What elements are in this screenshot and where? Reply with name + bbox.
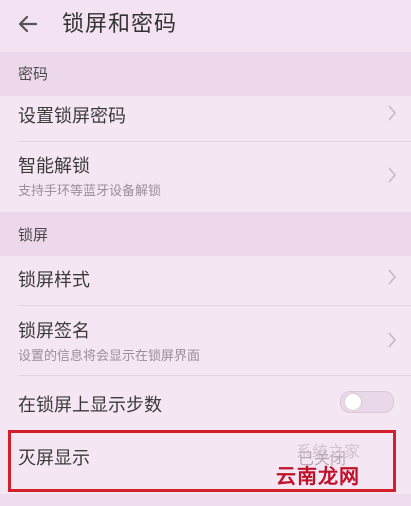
divider	[18, 305, 411, 306]
lock-style-row[interactable]: 锁屏样式	[0, 256, 411, 306]
top-bar: 锁屏和密码	[0, 0, 411, 52]
back-arrow-icon[interactable]	[14, 10, 42, 38]
chevron-right-icon	[388, 269, 397, 285]
set-lock-password-label: 设置锁屏密码	[18, 106, 126, 127]
lock-style-label: 锁屏样式	[18, 270, 90, 291]
chevron-right-icon	[388, 332, 397, 348]
lock-signature-description: 设置的信息将会显示在锁屏界面	[18, 349, 201, 364]
smart-unlock-row[interactable]: 智能解锁 支持手环等蓝牙设备解锁	[0, 144, 411, 210]
section-header-lockscreen: 锁屏	[0, 212, 411, 256]
section-label-password: 密码	[18, 65, 49, 83]
bottom-strip	[0, 494, 411, 506]
divider	[18, 141, 411, 142]
chevron-right-icon	[388, 105, 397, 121]
set-lock-password-row[interactable]: 设置锁屏密码	[0, 96, 411, 144]
divider	[18, 375, 411, 376]
smart-unlock-description: 支持手环等蓝牙设备解锁	[18, 184, 162, 199]
section-label-lockscreen: 锁屏	[18, 226, 49, 244]
show-steps-label: 在锁屏上显示步数	[18, 395, 162, 416]
chevron-right-icon	[388, 167, 397, 183]
page-title: 锁屏和密码	[62, 12, 178, 37]
watermark-brand: 云南龙网	[276, 464, 360, 488]
lock-signature-row[interactable]: 锁屏签名 设置的信息将会显示在锁屏界面	[0, 307, 411, 375]
smart-unlock-label: 智能解锁	[18, 156, 90, 177]
show-steps-toggle[interactable]	[340, 391, 394, 413]
lock-signature-label: 锁屏签名	[18, 321, 90, 342]
toggle-knob	[345, 394, 361, 410]
section-header-password: 密码	[0, 52, 411, 96]
